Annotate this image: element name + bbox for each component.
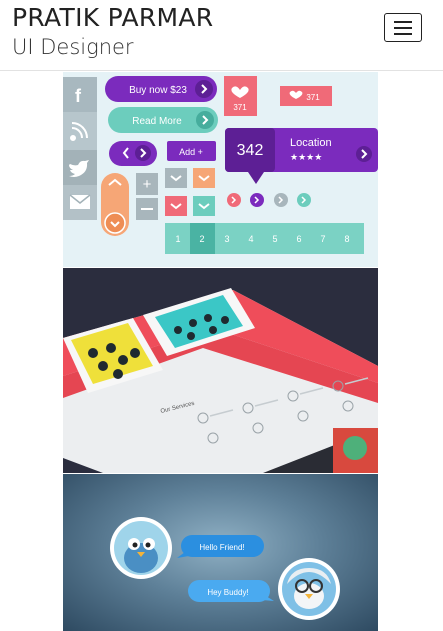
prev-next-control[interactable] [109,141,157,166]
chevron-down-icon[interactable] [193,168,215,188]
buy-now-button[interactable]: Buy now $23 [105,76,217,102]
svg-text:5: 5 [272,234,277,244]
portfolio-item-ui-kit[interactable]: f Buy now $23 Read More 371 371 342 Loca… [63,72,378,267]
svg-text:6: 6 [296,234,301,244]
pagination[interactable]: 1 2 3 4 5 6 7 8 [165,223,364,254]
svg-text:Location: Location [290,137,332,149]
brand-role: UI Designer [12,35,134,59]
chevron-down-icon[interactable] [165,196,187,216]
add-button[interactable]: Add + [167,141,216,161]
svg-text:★★★★: ★★★★ [290,152,322,162]
avatar [278,558,340,620]
svg-text:Buy now $23: Buy now $23 [129,85,187,96]
svg-text:Read More: Read More [132,116,182,127]
portfolio-item-chat-bubbles[interactable]: Hello Friend! Hey Buddy! [63,474,378,631]
avatar [110,517,172,579]
menu-toggle-button[interactable] [384,13,422,42]
chat-bubble: Hello Friend! [177,535,264,558]
svg-text:1: 1 [175,234,180,244]
svg-text:371: 371 [233,103,247,112]
site-header: PRATIK PARMAR UI Designer [0,0,443,71]
brand-name[interactable]: PRATIK PARMAR [12,3,213,32]
like-widget-large[interactable]: 371 [224,76,257,116]
facebook-icon: f [75,86,82,106]
social-sidebar: f [63,77,97,220]
svg-text:4: 4 [248,234,253,244]
svg-text:8: 8 [344,234,349,244]
svg-text:7: 7 [320,234,325,244]
orange-slider[interactable] [101,173,129,236]
chevron-down-icon[interactable] [165,168,187,188]
svg-text:371: 371 [306,93,320,102]
portfolio-item-services-mockup[interactable]: Our Services [63,268,378,473]
svg-text:+: + [143,176,152,193]
chat-message: Hello Friend! [199,543,244,552]
chat-message: Hey Buddy! [207,588,248,597]
svg-text:3: 3 [224,234,229,244]
read-more-button[interactable]: Read More [108,107,218,133]
quantity-stepper[interactable]: + [136,173,158,220]
location-card[interactable]: 342 Location ★★★★ [225,128,378,184]
like-widget-small[interactable]: 371 [280,86,332,106]
chevron-down-icon[interactable] [193,196,215,216]
svg-text:Add +: Add + [179,147,203,157]
mail-icon [69,194,91,209]
chat-bubble: Hey Buddy! [188,580,274,602]
svg-text:342: 342 [237,142,264,159]
svg-text:2: 2 [199,234,204,244]
carousel-dots[interactable] [227,193,311,207]
hamburger-icon [394,21,412,23]
